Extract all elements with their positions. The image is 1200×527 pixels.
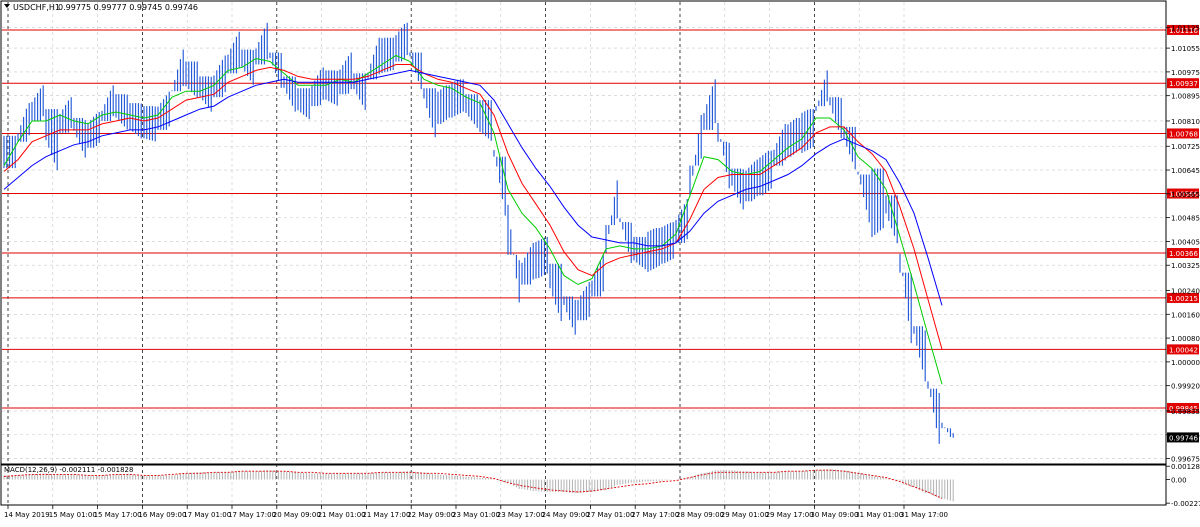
y-tick-label: 1.00725 — [1171, 143, 1200, 151]
x-tick-label: 14 May 2019 — [4, 511, 50, 519]
macd-y-tick-label: 0.001284 — [1171, 463, 1200, 471]
y-tick-label: 1.00810 — [1171, 118, 1200, 126]
x-tick-label: 21 May 17:00 — [362, 511, 410, 519]
y-tick-label: 1.00160 — [1171, 311, 1200, 319]
y-tick-label: 1.00325 — [1171, 262, 1200, 270]
y-tick-label: 1.01125 — [1171, 24, 1200, 32]
y-tick-label: 0.99835 — [1171, 408, 1200, 416]
x-tick-label: 31 May 01:00 — [855, 511, 903, 519]
x-tick-label: 21 May 01:00 — [318, 511, 366, 519]
x-tick-label: 15 May 17:00 — [94, 511, 142, 519]
y-tick-label: 1.00000 — [1171, 359, 1200, 367]
x-tick-label: 17 May 17:00 — [228, 511, 276, 519]
current-price-label: 0.99746 — [1169, 434, 1198, 442]
y-tick-label: 1.00645 — [1171, 167, 1200, 175]
x-tick-label: 20 May 09:00 — [273, 511, 321, 519]
x-tick-label: 15 May 01:00 — [49, 511, 97, 519]
x-tick-label: 24 May 09:00 — [542, 511, 590, 519]
x-tick-label: 30 May 09:00 — [810, 511, 858, 519]
x-tick-label: 31 May 17:00 — [900, 511, 948, 519]
y-tick-label: 1.00565 — [1171, 191, 1200, 199]
y-tick-label: 1.00485 — [1171, 215, 1200, 223]
y-tick-label: 1.00975 — [1171, 69, 1200, 77]
level-price-label: 1.00768 — [1169, 130, 1198, 138]
x-tick-label: 22 May 09:00 — [407, 511, 455, 519]
y-tick-label: 1.00240 — [1171, 287, 1200, 295]
x-tick-label: 23 May 17:00 — [497, 511, 545, 519]
y-tick-label: 1.00895 — [1171, 93, 1200, 101]
level-price-label: 1.00366 — [1169, 250, 1198, 258]
y-tick-label: 1.01055 — [1171, 45, 1200, 53]
x-tick-label: 16 May 09:00 — [138, 511, 186, 519]
y-tick-label: 0.99920 — [1171, 383, 1200, 391]
chart-window: 1.01116 1.00937 1.00768 1.00566 1.00366 1.002… — [0, 0, 1200, 523]
macd-y-tick-label: -0.002273 — [1171, 500, 1200, 508]
macd-y-tick-label: 0.00 — [1171, 477, 1187, 485]
x-tick-label: 29 May 17:00 — [766, 511, 814, 519]
symbol-label: USDCHF,H1 — [13, 3, 60, 12]
level-price-label: 1.00937 — [1169, 80, 1198, 88]
level-price-label: 1.00042 — [1169, 346, 1198, 354]
x-tick-label: 27 May 01:00 — [586, 511, 634, 519]
x-tick-label: 29 May 01:00 — [721, 511, 769, 519]
x-tick-label: 27 May 17:00 — [631, 511, 679, 519]
x-tick-label: 28 May 09:00 — [676, 511, 724, 519]
x-tick-label: 17 May 01:00 — [183, 511, 231, 519]
y-tick-label: 1.00405 — [1171, 238, 1200, 246]
chart-svg: 1.011161.009371.007681.005661.003661.002… — [0, 0, 1200, 523]
ohlc-readout: 0.99775 0.99777 0.99745 0.99746 — [58, 3, 198, 12]
x-tick-label: 23 May 01:00 — [452, 511, 500, 519]
level-price-label: 1.00215 — [1169, 295, 1198, 303]
macd-label: MACD(12,26,9) -0.002111 -0.001828 — [4, 466, 133, 474]
y-tick-label: 1.00080 — [1171, 335, 1200, 343]
